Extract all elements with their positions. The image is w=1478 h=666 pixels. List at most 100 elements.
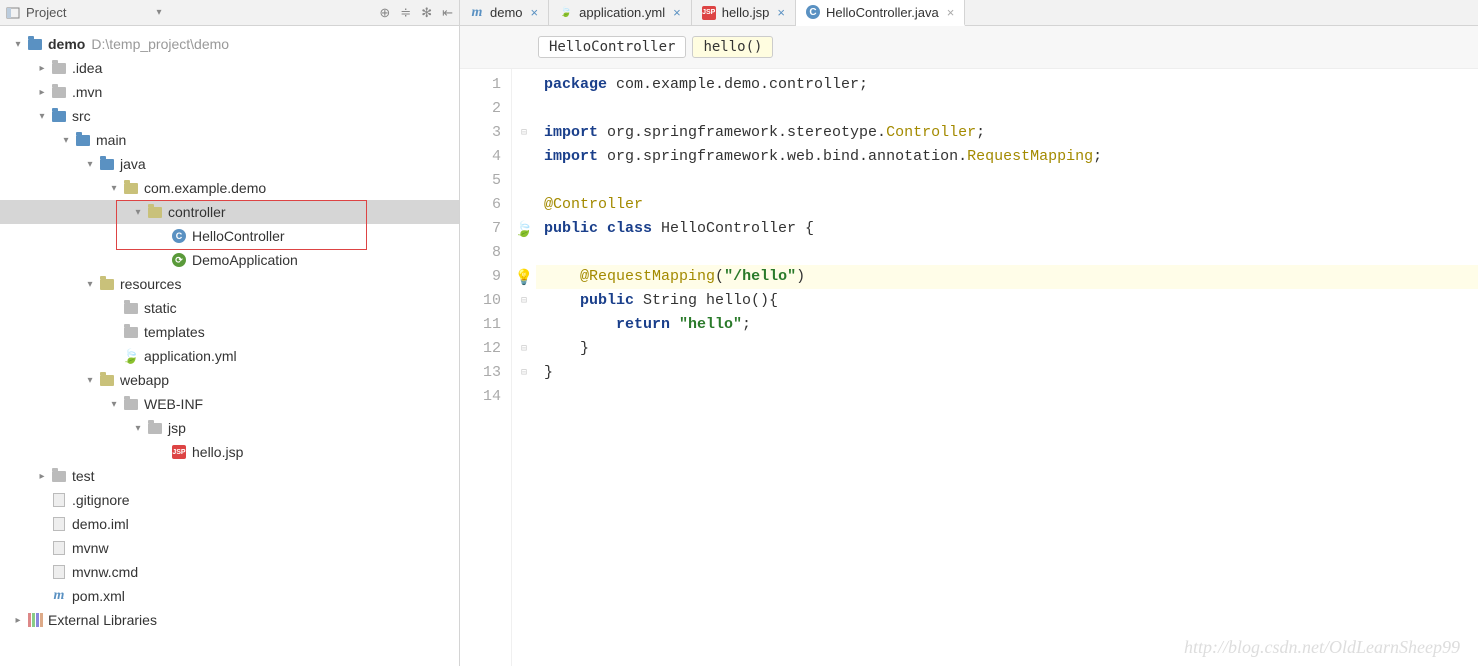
settings-icon[interactable]: ✻ bbox=[421, 5, 432, 21]
folder-icon bbox=[148, 207, 162, 218]
gutter-marks: ⊟ 🍃 💡 ⊟ ⊟ ⊟ bbox=[512, 69, 536, 666]
tab-demo[interactable]: m demo × bbox=[460, 0, 549, 25]
code-line[interactable]: import org.springframework.stereotype.Co… bbox=[536, 121, 1478, 145]
chevron-down-icon[interactable]: ▾ bbox=[156, 7, 161, 18]
tree-arrow-icon[interactable]: ▸ bbox=[34, 63, 50, 74]
tree-row-WEB-INF[interactable]: ▾ WEB-INF bbox=[0, 392, 459, 416]
tree-arrow-icon[interactable]: ▾ bbox=[106, 183, 122, 194]
tree-row-main[interactable]: ▾ main bbox=[0, 128, 459, 152]
tree-row-demo-iml[interactable]: demo.iml bbox=[0, 512, 459, 536]
code-area[interactable]: 1234567891011121314 ⊟🍃💡⊟⊟⊟ package com.e… bbox=[460, 69, 1478, 666]
code-line[interactable]: return "hello"; bbox=[536, 313, 1478, 337]
tree-arrow-icon[interactable]: ▾ bbox=[82, 375, 98, 386]
code-line[interactable] bbox=[536, 385, 1478, 409]
folder-icon bbox=[124, 303, 138, 314]
breadcrumb-class[interactable]: HelloController bbox=[538, 36, 686, 58]
line-number: 12 bbox=[460, 337, 511, 361]
tree-arrow-icon[interactable]: ▾ bbox=[82, 159, 98, 170]
tree-row-mvnw[interactable]: mvnw bbox=[0, 536, 459, 560]
tree-arrow-icon[interactable]: ▾ bbox=[58, 135, 74, 146]
tab-label: demo bbox=[490, 5, 523, 20]
code-line[interactable]: import org.springframework.web.bind.anno… bbox=[536, 145, 1478, 169]
code-line[interactable]: @Controller bbox=[536, 193, 1478, 217]
tree-row-jsp[interactable]: ▾ jsp bbox=[0, 416, 459, 440]
tree-row-controller[interactable]: ▾ controller bbox=[0, 200, 459, 224]
tab-hello-jsp[interactable]: JSP hello.jsp × bbox=[692, 0, 796, 25]
tree-label: application.yml bbox=[144, 348, 237, 364]
tree-row-webapp[interactable]: ▾ webapp bbox=[0, 368, 459, 392]
leaf-icon: 🍃 bbox=[559, 6, 573, 20]
code-line[interactable]: } bbox=[536, 337, 1478, 361]
editor-tabs: m demo × 🍃 application.yml × JSP hello.j… bbox=[460, 0, 1478, 25]
breadcrumb-method[interactable]: hello() bbox=[692, 36, 773, 58]
line-number: 4 bbox=[460, 145, 511, 169]
code-line[interactable] bbox=[536, 241, 1478, 265]
tab-label: HelloController.java bbox=[826, 5, 939, 20]
tree-row-application-yml[interactable]: 🍃 application.yml bbox=[0, 344, 459, 368]
tab-HelloController-java[interactable]: C HelloController.java × bbox=[796, 0, 965, 26]
project-tree[interactable]: ▾ demo D:\temp_project\demo ▸ .idea ▸ .m… bbox=[0, 26, 460, 666]
line-number: 11 bbox=[460, 313, 511, 337]
close-icon[interactable]: × bbox=[673, 5, 681, 20]
tree-row-com-example-demo[interactable]: ▾ com.example.demo bbox=[0, 176, 459, 200]
code-line[interactable]: package com.example.demo.controller; bbox=[536, 73, 1478, 97]
tree-arrow-icon[interactable]: ▸ bbox=[34, 87, 50, 98]
maven-icon: m bbox=[52, 589, 66, 603]
library-icon bbox=[28, 613, 43, 627]
tree-row-mvnw-cmd[interactable]: mvnw.cmd bbox=[0, 560, 459, 584]
fold-open-icon[interactable]: ⊟ bbox=[521, 295, 527, 307]
tree-label: HelloController bbox=[192, 228, 285, 244]
spring-gutter-icon[interactable]: 🍃 bbox=[515, 220, 534, 239]
project-header-actions: ⊕ ≑ ✻ ⇤ bbox=[379, 5, 453, 21]
close-icon[interactable]: × bbox=[531, 5, 539, 20]
line-number: 7 bbox=[460, 217, 511, 241]
tree-row-src[interactable]: ▾ src bbox=[0, 104, 459, 128]
close-icon[interactable]: × bbox=[947, 5, 955, 20]
tree-label: java bbox=[120, 156, 146, 172]
code-line[interactable]: public String hello(){ bbox=[536, 289, 1478, 313]
fold-close-icon[interactable]: ⊟ bbox=[521, 367, 527, 379]
tree-row--idea[interactable]: ▸ .idea bbox=[0, 56, 459, 80]
tree-arrow-icon[interactable]: ▾ bbox=[130, 423, 146, 434]
close-icon[interactable]: × bbox=[777, 5, 785, 20]
project-tool-header[interactable]: Project ▾ ⊕ ≑ ✻ ⇤ bbox=[0, 0, 460, 25]
leaf-icon: 🍃 bbox=[122, 348, 139, 365]
tree-arrow-icon[interactable]: ▾ bbox=[130, 207, 146, 218]
code-line[interactable]: @RequestMapping("/hello") bbox=[536, 265, 1478, 289]
fold-close-icon[interactable]: ⊟ bbox=[521, 343, 527, 355]
tree-row-DemoApplication[interactable]: ⟳ DemoApplication bbox=[0, 248, 459, 272]
hide-icon[interactable]: ⇤ bbox=[442, 5, 453, 21]
tree-row-pom-xml[interactable]: m pom.xml bbox=[0, 584, 459, 608]
code-line[interactable] bbox=[536, 97, 1478, 121]
intention-bulb-icon[interactable]: 💡 bbox=[515, 268, 534, 287]
scroll-to-source-icon[interactable]: ⊕ bbox=[379, 5, 390, 21]
code-line[interactable] bbox=[536, 169, 1478, 193]
code-line[interactable]: } bbox=[536, 361, 1478, 385]
code-line[interactable]: public class HelloController { bbox=[536, 217, 1478, 241]
tree-row-demo[interactable]: ▾ demo D:\temp_project\demo bbox=[0, 32, 459, 56]
tree-row-hello-jsp[interactable]: JSP hello.jsp bbox=[0, 440, 459, 464]
collapse-all-icon[interactable]: ≑ bbox=[400, 5, 411, 21]
tree-row-resources[interactable]: ▾ resources bbox=[0, 272, 459, 296]
tree-arrow-icon[interactable]: ▾ bbox=[10, 39, 26, 50]
tab-application-yml[interactable]: 🍃 application.yml × bbox=[549, 0, 692, 25]
tree-row--gitignore[interactable]: .gitignore bbox=[0, 488, 459, 512]
tree-arrow-icon[interactable]: ▾ bbox=[34, 111, 50, 122]
tree-arrow-icon[interactable]: ▾ bbox=[82, 279, 98, 290]
tree-row-java[interactable]: ▾ java bbox=[0, 152, 459, 176]
tree-row-templates[interactable]: templates bbox=[0, 320, 459, 344]
tree-row-static[interactable]: static bbox=[0, 296, 459, 320]
code-content[interactable]: package com.example.demo.controller; impo… bbox=[536, 69, 1478, 666]
tree-arrow-icon[interactable]: ▾ bbox=[106, 399, 122, 410]
tree-row-test[interactable]: ▸ test bbox=[0, 464, 459, 488]
file-icon bbox=[53, 493, 65, 507]
tree-arrow-icon[interactable]: ▸ bbox=[34, 471, 50, 482]
tree-row-HelloController[interactable]: C HelloController bbox=[0, 224, 459, 248]
tree-arrow-icon[interactable]: ▸ bbox=[10, 615, 26, 626]
tree-row--mvn[interactable]: ▸ .mvn bbox=[0, 80, 459, 104]
tree-label: static bbox=[144, 300, 177, 316]
breadcrumb: HelloController hello() bbox=[460, 26, 1478, 69]
java-class-icon: C bbox=[172, 229, 186, 243]
tree-row-External-Libraries[interactable]: ▸ External Libraries bbox=[0, 608, 459, 632]
fold-open-icon[interactable]: ⊟ bbox=[521, 127, 527, 139]
